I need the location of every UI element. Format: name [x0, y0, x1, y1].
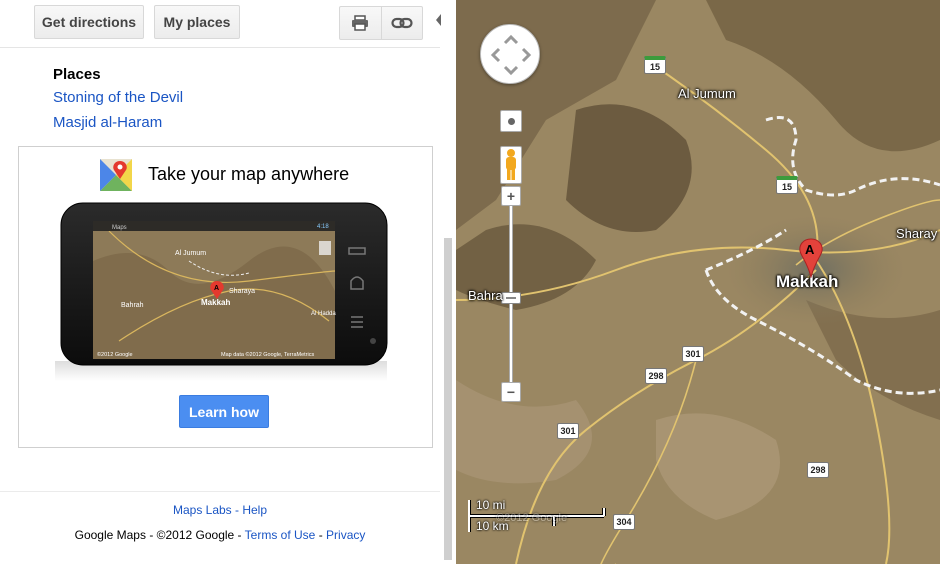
link-button[interactable]	[380, 7, 423, 39]
marker-letter: A	[805, 242, 815, 257]
toolbar: Get directions My places	[0, 0, 442, 48]
help-link[interactable]: Help	[242, 503, 267, 517]
phone-label-bahrah: Bahrah	[121, 302, 144, 309]
phone-mockup: Maps 4:18 Al Jumum Sharaya Bahrah Makkah…	[55, 202, 388, 381]
mobile-promo: Take your map anywhere Maps 4:18 Al Jumu…	[18, 146, 433, 448]
panel-scrollbar[interactable]	[440, 48, 456, 564]
promo-title: Take your map anywhere	[148, 164, 350, 184]
place-link-stoning-of-the-devil[interactable]: Stoning of the Devil	[53, 86, 183, 109]
phone-label-sharaya: Sharaya	[229, 288, 255, 295]
zoom-slider-handle[interactable]	[501, 292, 521, 304]
zoom-out-button[interactable]: −	[501, 382, 521, 402]
map-label-bahrah: Bahra	[468, 288, 503, 303]
map-watermark: ©2012 Google	[496, 512, 568, 524]
scale-miles: 10 mi	[476, 498, 506, 512]
map-label-al-jumum: Al Jumum	[678, 86, 736, 101]
phone-copyright: ©2012 Google	[97, 351, 133, 358]
map-label-sharaya: Sharay	[896, 226, 938, 241]
maps-labs-link[interactable]: Maps Labs	[173, 503, 232, 517]
my-places-button[interactable]: My places	[154, 5, 240, 39]
route-shield-298: 298	[645, 368, 667, 384]
place-link-masjid-al-haram[interactable]: Masjid al-Haram	[53, 111, 183, 134]
phone-app-title: Maps	[112, 225, 127, 231]
footer-divider	[0, 491, 440, 492]
print-button[interactable]	[340, 7, 381, 39]
phone-time: 4:18	[317, 224, 329, 230]
footer-links: Maps Labs - Help	[0, 503, 440, 517]
pan-control[interactable]	[480, 24, 540, 84]
get-directions-button[interactable]: Get directions	[34, 5, 144, 39]
footer-dash: -	[231, 503, 243, 517]
location-marker[interactable]: A	[798, 238, 824, 279]
zoom-in-button[interactable]: +	[501, 186, 521, 206]
legal-text: Google Maps - ©2012 Google -	[74, 528, 245, 542]
places-section: Places Stoning of the Devil Masjid al-Ha…	[53, 66, 183, 134]
route-shield-15: 15	[644, 56, 666, 74]
left-panel: Get directions My places Places Stoning …	[0, 0, 456, 564]
link-icon	[391, 17, 413, 29]
google-maps-logo-icon	[100, 159, 132, 191]
pan-arrows-icon	[490, 34, 532, 76]
route-shield-301: 301	[557, 423, 579, 439]
phone-label-al-jumum: Al Jumum	[175, 250, 206, 257]
route-shield-298: 298	[807, 462, 829, 478]
print-icon	[352, 15, 369, 31]
learn-how-button[interactable]: Learn how	[179, 395, 269, 428]
svg-text:A: A	[214, 285, 219, 292]
satellite-map[interactable]: + − 15 15 301 298 301 298 304 Al Jumum M…	[456, 0, 940, 564]
places-title: Places	[53, 66, 101, 83]
street-view-pegman[interactable]	[500, 146, 522, 184]
terms-link[interactable]: Terms of Use	[245, 528, 316, 542]
route-shield-15: 15	[776, 176, 798, 194]
phone-label-makkah: Makkah	[201, 298, 230, 307]
route-shield-304: 304	[613, 514, 635, 530]
share-tools	[339, 6, 423, 40]
scrollbar-thumb[interactable]	[444, 238, 452, 560]
my-location-button[interactable]	[500, 110, 522, 132]
footer-legal: Google Maps - ©2012 Google - Terms of Us…	[74, 528, 366, 542]
pegman-icon	[506, 149, 516, 180]
phone-label-al-hadda: Al Hadda	[311, 311, 336, 317]
privacy-link[interactable]: Privacy	[326, 528, 365, 542]
collapse-panel-icon[interactable]	[434, 12, 442, 28]
route-shield-301: 301	[682, 346, 704, 362]
phone-pan-control-icon	[319, 241, 331, 255]
phone-map-data: Map data ©2012 Google, TerraMetrics	[221, 351, 314, 358]
